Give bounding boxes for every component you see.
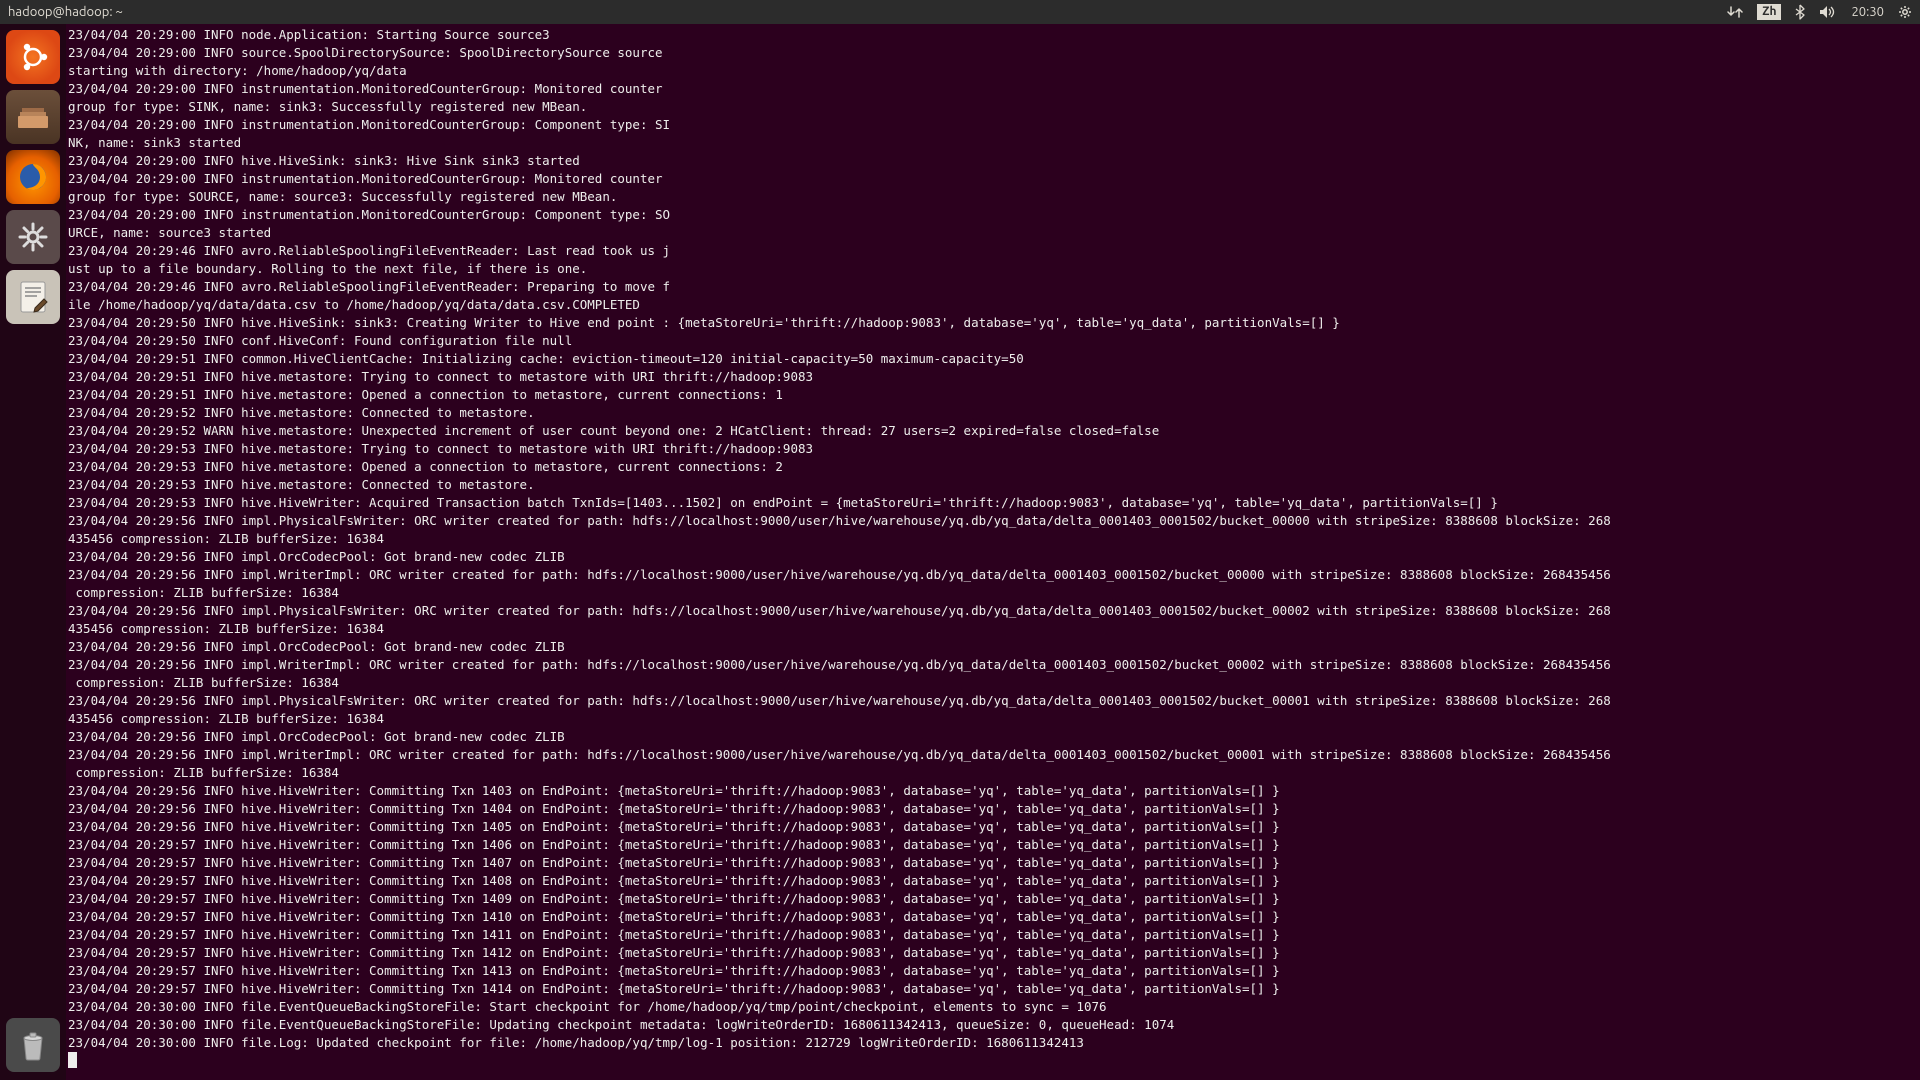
window-title: hadoop@hadoop: ~ (8, 5, 123, 19)
trash-icon[interactable] (6, 1018, 60, 1072)
cursor (68, 1052, 77, 1068)
volume-icon[interactable] (1819, 5, 1837, 19)
terminal-text: 23/04/04 20:29:00 INFO node.Application:… (68, 26, 1920, 1052)
bluetooth-icon[interactable] (1795, 4, 1805, 20)
terminal-output[interactable]: 23/04/04 20:29:00 INFO node.Application:… (66, 24, 1920, 1080)
ime-indicator[interactable]: Zh (1757, 4, 1781, 20)
files-icon[interactable] (6, 90, 60, 144)
clock[interactable]: 20:30 (1851, 5, 1884, 19)
gear-icon[interactable] (1898, 5, 1912, 19)
dash-icon[interactable] (6, 30, 60, 84)
network-icon[interactable] (1727, 5, 1743, 19)
text-editor-icon[interactable] (6, 270, 60, 324)
firefox-icon[interactable] (6, 150, 60, 204)
system-settings-icon[interactable] (6, 210, 60, 264)
top-panel: hadoop@hadoop: ~ Zh 20:30 (0, 0, 1920, 24)
unity-launcher (0, 24, 66, 1080)
